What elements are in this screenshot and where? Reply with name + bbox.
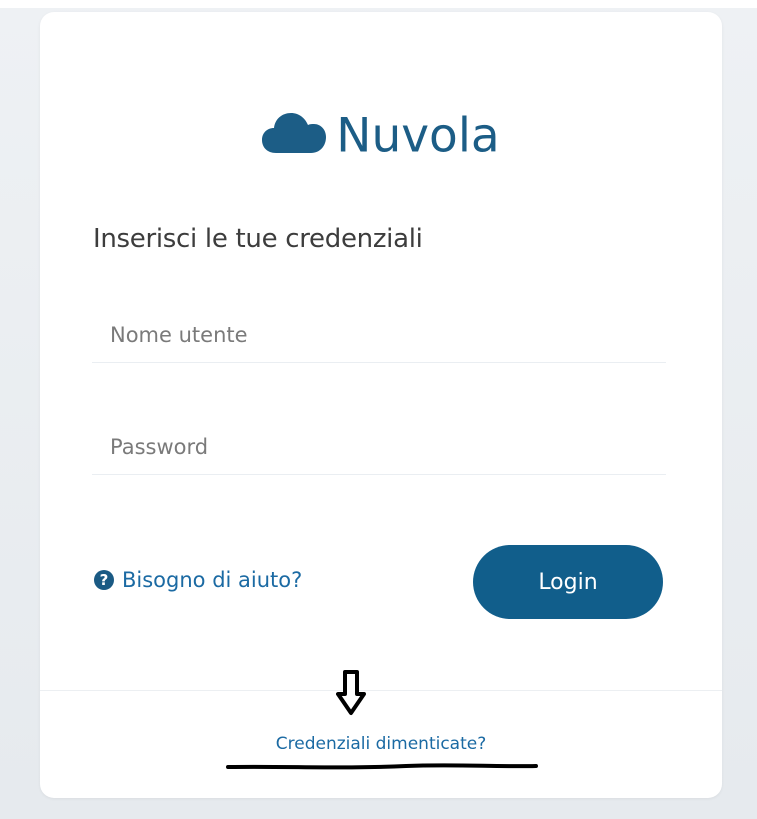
help-link[interactable]: ? Bisogno di aiuto?	[94, 568, 302, 592]
footer-divider	[40, 690, 722, 691]
help-link-label: Bisogno di aiuto?	[122, 568, 303, 592]
username-input[interactable]	[92, 308, 666, 362]
login-card: Nuvola Inserisci le tue credenziali ? Bi…	[40, 12, 722, 798]
logo: Nuvola	[40, 104, 722, 167]
cloud-icon	[262, 112, 327, 153]
underline-annotation	[226, 763, 538, 770]
form-heading: Inserisci le tue credenziali	[93, 224, 423, 254]
password-field-wrapper	[92, 420, 666, 475]
top-strip	[0, 0, 757, 8]
arrow-down-icon	[336, 670, 366, 715]
forgot-credentials-link[interactable]: Credenziali dimenticate?	[40, 734, 722, 754]
question-circle-icon: ?	[94, 570, 114, 590]
logo-text: Nuvola	[336, 108, 500, 164]
username-field-wrapper	[92, 308, 666, 363]
password-input[interactable]	[92, 420, 666, 474]
login-button[interactable]: Login	[473, 545, 663, 619]
